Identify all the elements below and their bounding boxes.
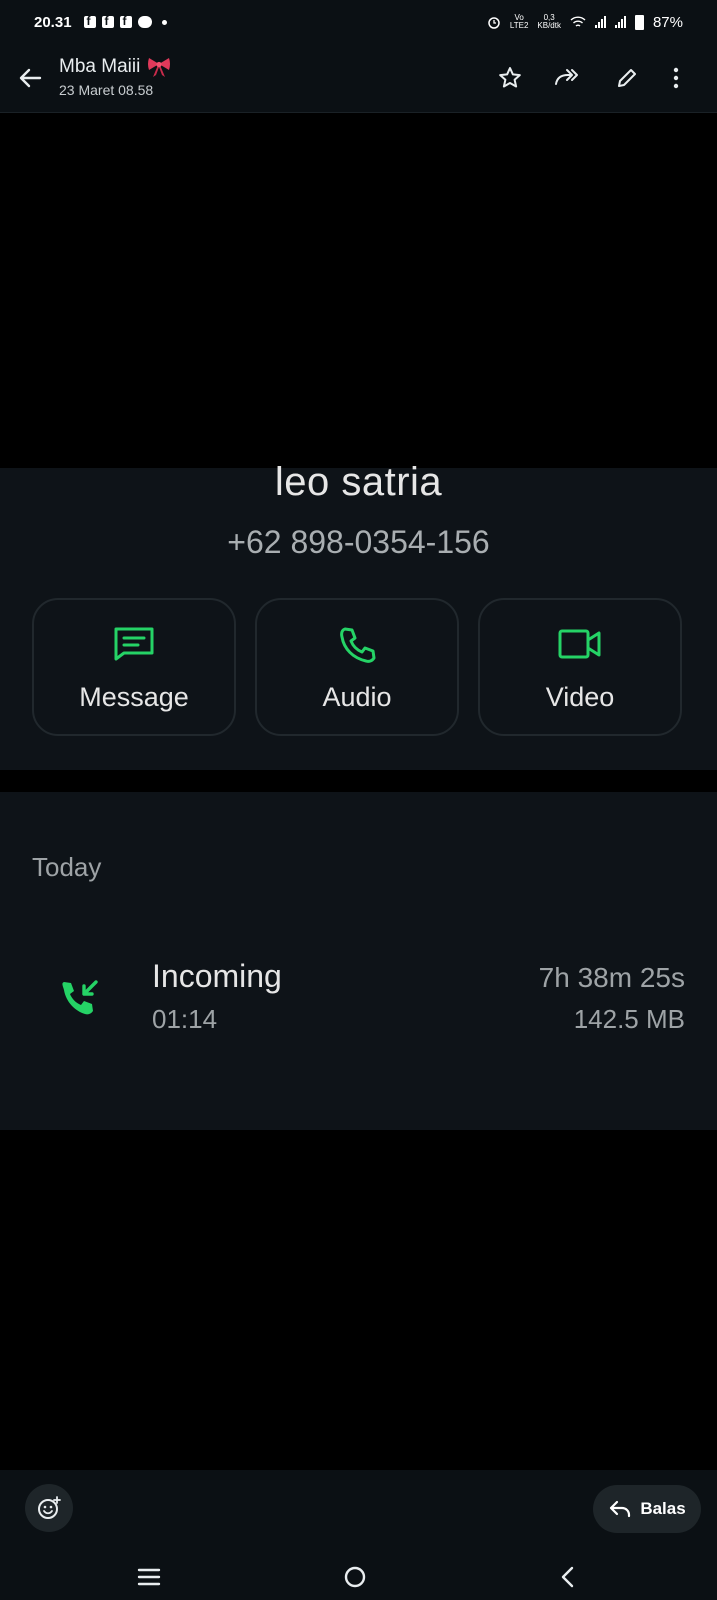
incoming-call-icon	[62, 980, 98, 1015]
facebook-icon	[119, 14, 132, 28]
signal-icon	[594, 16, 606, 28]
status-bar: 20.31 VoLTE2 0,3KB/dtk 87%	[0, 0, 717, 44]
call-duration: 7h 38m 25s	[538, 962, 685, 993]
star-icon[interactable]	[496, 64, 524, 92]
facebook-icon	[83, 14, 96, 28]
section-header-today: Today	[32, 852, 102, 882]
contact-phone: +62 898-0354-156	[227, 524, 490, 560]
reply-label: Balas	[640, 1499, 686, 1518]
wifi-icon	[570, 15, 586, 27]
video-icon	[558, 629, 601, 659]
alarm-icon	[488, 17, 500, 29]
edit-icon[interactable]	[613, 64, 641, 92]
audio-label: Audio	[322, 682, 392, 712]
network-speed: 0,3 KB/dtk	[537, 13, 561, 30]
back-arrow-icon[interactable]	[16, 64, 44, 92]
reply-button[interactable]: Balas	[593, 1485, 701, 1533]
emoji-add-icon	[38, 1496, 61, 1519]
recents-nav-button[interactable]	[134, 1562, 164, 1592]
ribbon-icon	[148, 58, 171, 77]
home-nav-button[interactable]	[340, 1562, 370, 1592]
call-data-size: 142.5 MB	[573, 1004, 685, 1034]
message-button[interactable]: Message	[32, 598, 236, 736]
status-right: Vo LTE2 0,3 KB/dtk 87%	[487, 0, 683, 44]
audio-button[interactable]: Audio	[255, 598, 459, 736]
chat-icon	[137, 16, 152, 28]
recents-icon	[137, 1568, 161, 1586]
facebook-icon	[101, 14, 114, 28]
more-options-icon[interactable]	[662, 64, 690, 92]
emoji-reaction-button[interactable]	[25, 1484, 73, 1532]
video-label: Video	[545, 682, 615, 712]
video-button[interactable]: Video	[478, 598, 682, 736]
back-chevron-icon	[561, 1566, 574, 1588]
reply-icon	[610, 1500, 631, 1518]
volte-indicator: Vo LTE2	[509, 13, 529, 30]
image-blank-area	[0, 113, 717, 468]
chat-title[interactable]: Mba Maiii	[59, 56, 172, 78]
call-time: 01:14	[152, 1004, 218, 1034]
image-blank-area-bottom	[0, 1130, 717, 1470]
message-label: Message	[79, 682, 189, 712]
call-type: Incoming	[152, 958, 282, 994]
phone-icon	[340, 627, 376, 663]
message-icon	[114, 627, 154, 661]
status-time: 20.31	[34, 13, 72, 31]
message-timestamp: 23 Maret 08.58	[59, 82, 154, 98]
back-nav-button[interactable]	[552, 1562, 582, 1592]
battery-percent: 87%	[652, 13, 683, 31]
more-notifications-dot	[161, 19, 167, 25]
contact-name: leo satria	[274, 460, 443, 504]
app-bar: Mba Maiii 23 Maret 08.58	[0, 44, 717, 113]
notification-icons	[83, 14, 167, 28]
contact-card: leo satria +62 898-0354-156 Message Audi…	[0, 460, 717, 770]
home-icon	[344, 1566, 366, 1588]
forward-icon[interactable]	[553, 64, 581, 92]
call-log: Today Incoming 01:14 7h 38m 25s 142.5 MB	[0, 792, 717, 1130]
bottom-bar: Balas	[0, 1470, 717, 1600]
battery-icon	[634, 14, 644, 30]
section-divider	[0, 770, 717, 792]
signal-icon	[614, 16, 626, 28]
